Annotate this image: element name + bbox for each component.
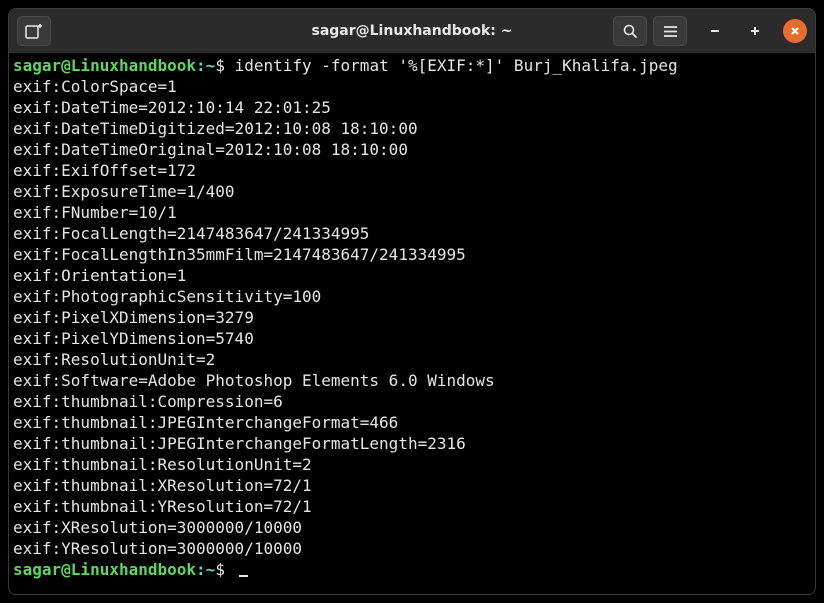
search-button[interactable] [613,16,647,46]
command-text: identify -format '%[EXIF:*]' Burj_Khalif… [235,56,678,75]
minimize-button[interactable] [703,19,727,43]
output-line: exif:FocalLengthIn35mmFilm=2147483647/24… [13,244,811,265]
output-line: exif:PixelYDimension=5740 [13,328,811,349]
output-line: exif:thumbnail:YResolution=72/1 [13,496,811,517]
new-tab-button[interactable] [17,16,51,46]
output-line: exif:FocalLength=2147483647/241334995 [13,223,811,244]
maximize-button[interactable] [743,19,767,43]
output-line: exif:PixelXDimension=3279 [13,307,811,328]
prompt-user-host: sagar@Linuxhandbook [13,560,196,579]
output-line: exif:XResolution=3000000/10000 [13,517,811,538]
output-line: exif:Orientation=1 [13,265,811,286]
terminal-output[interactable]: sagar@Linuxhandbook:~$ identify -format … [9,53,815,594]
output-line: exif:DateTimeOriginal=2012:10:08 18:10:0… [13,139,811,160]
prompt-separator: : [196,560,206,579]
output-line: exif:DateTimeDigitized=2012:10:08 18:10:… [13,118,811,139]
output-line: exif:DateTime=2012:10:14 22:01:25 [13,97,811,118]
titlebar: sagar@Linuxhandbook: ~ [9,9,815,53]
command-line: sagar@Linuxhandbook:~$ identify -format … [13,55,811,76]
output-line: exif:Software=Adobe Photoshop Elements 6… [13,370,811,391]
maximize-icon [750,26,760,36]
window-title: sagar@Linuxhandbook: ~ [9,23,815,39]
output-line: exif:thumbnail:JPEGInterchangeFormat=466 [13,412,811,433]
output-line: exif:ColorSpace=1 [13,76,811,97]
output-line: exif:FNumber=10/1 [13,202,811,223]
prompt-dollar: $ [215,560,234,579]
search-icon [623,24,638,39]
output-line: exif:thumbnail:JPEGInterchangeFormatLeng… [13,433,811,454]
prompt-separator: : [196,56,206,75]
prompt-path: ~ [206,56,216,75]
output-line: exif:thumbnail:ResolutionUnit=2 [13,454,811,475]
close-button[interactable] [783,19,807,43]
prompt-line: sagar@Linuxhandbook:~$ [13,559,811,580]
output-line: exif:thumbnail:XResolution=72/1 [13,475,811,496]
new-tab-icon [25,23,43,39]
prompt-path: ~ [206,560,216,579]
output-line: exif:PhotographicSensitivity=100 [13,286,811,307]
output-line: exif:YResolution=3000000/10000 [13,538,811,559]
minimize-icon [710,26,720,36]
menu-button[interactable] [653,16,687,46]
output-line: exif:thumbnail:Compression=6 [13,391,811,412]
output-line: exif:ExposureTime=1/400 [13,181,811,202]
close-icon [790,26,800,36]
output-line: exif:ResolutionUnit=2 [13,349,811,370]
output-line: exif:ExifOffset=172 [13,160,811,181]
prompt-dollar: $ [215,56,234,75]
hamburger-icon [663,25,678,38]
cursor [239,575,248,577]
prompt-user-host: sagar@Linuxhandbook [13,56,196,75]
terminal-window: sagar@Linuxhandbook: ~ [8,8,816,595]
